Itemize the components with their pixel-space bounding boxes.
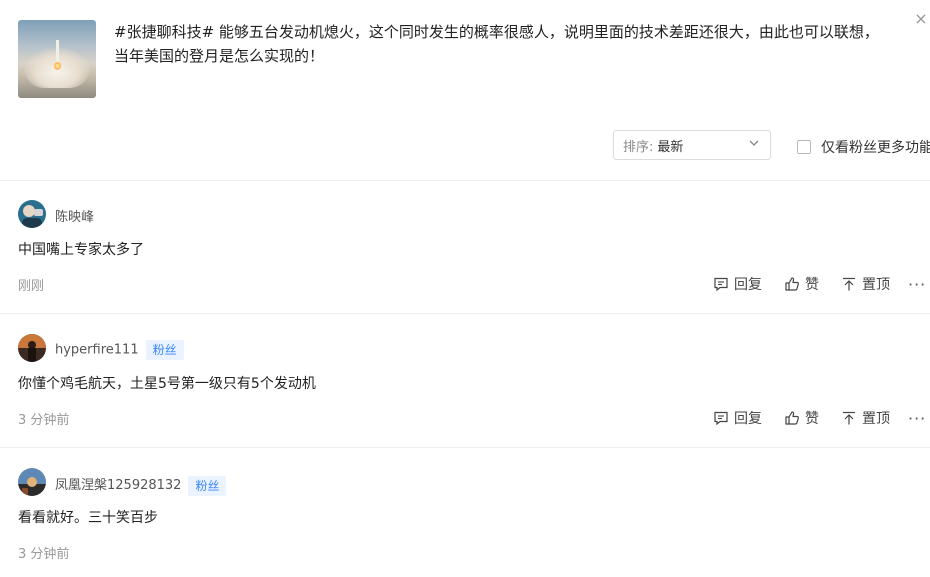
like-button[interactable]: 赞 [784,408,819,428]
pin-button[interactable]: 置顶 [841,274,890,294]
divider [0,313,930,314]
avatar[interactable] [18,468,46,496]
comment-text: 看看就好。三十笑百步 [18,510,158,526]
author-name[interactable]: 凤凰涅槃125928132 [55,478,181,493]
close-button[interactable]: × [912,10,930,28]
avatar[interactable] [18,334,46,362]
post-text: #张捷聊科技# 能够五台发动机熄火，这个同时发生的概率很感人，说明里面的技术差距… [114,20,912,68]
like-label: 赞 [805,411,819,427]
comment-time: 刚刚 [18,279,45,294]
comment-item: 凤凰涅槃125928132 粉丝 看看就好。三十笑百步 3 分钟前 [18,468,930,577]
pin-top-icon [843,411,855,425]
author-name[interactable]: 陈映峰 [55,210,94,225]
fans-only-label: 仅看粉丝更多功能 [821,140,930,156]
comment-time: 3 分钟前 [18,547,70,562]
author-name[interactable]: hyperfire111 [55,343,139,358]
comment-author[interactable]: 凤凰涅槃125928132 粉丝 [55,474,227,496]
fans-only-filter[interactable]: 仅看粉丝更多功能 [797,137,930,157]
fans-only-checkbox[interactable] [797,140,811,154]
comment-actions: 回复 赞 置顶 ··· [713,274,926,294]
avatar[interactable] [18,200,46,228]
post-text-line: 当年美国的登月是怎么实现的！ [114,47,325,65]
comment-text: 中国嘴上专家太多了 [18,242,144,258]
pin-button[interactable]: 置顶 [841,408,890,428]
thumbs-up-icon [785,277,799,291]
pin-label: 置顶 [862,277,890,293]
reply-icon [714,277,728,292]
more-options-button[interactable]: ··· [908,275,926,294]
reply-button[interactable]: 回复 [713,408,762,428]
post-text-line: #张捷聊科技# 能够五台发动机熄火，这个同时发生的概率很感人，说明里面的技术差距… [114,23,879,41]
like-label: 赞 [805,277,819,293]
post-header: #张捷聊科技# 能够五台发动机熄火，这个同时发生的概率很感人，说明里面的技术差距… [18,20,912,100]
more-options-button[interactable]: ··· [908,409,926,428]
like-button[interactable]: 赞 [784,274,819,294]
sort-label: 排序: [623,139,654,155]
divider [0,180,930,181]
divider [0,447,930,448]
sort-value: 最新 [657,139,684,155]
comment-time: 3 分钟前 [18,413,70,428]
sort-dropdown[interactable]: 排序: 最新 [613,130,771,160]
pin-top-icon [843,277,855,291]
thumbs-up-icon [785,411,799,425]
reply-label: 回复 [734,277,762,293]
comment-text: 你懂个鸡毛航天，土星5号第一级只有5个发动机 [18,376,316,392]
comment-author[interactable]: hyperfire111 粉丝 [55,340,184,360]
post-thumbnail[interactable] [18,20,96,98]
reply-label: 回复 [734,411,762,427]
chevron-down-icon [749,140,759,146]
comment-author[interactable]: 陈映峰 [55,206,94,225]
fan-badge: 粉丝 [188,475,227,496]
pin-label: 置顶 [862,411,890,427]
comment-actions: 回复 赞 置顶 ··· [713,408,926,428]
reply-icon [714,411,728,426]
reply-button[interactable]: 回复 [713,274,762,294]
fan-badge: 粉丝 [145,340,184,360]
